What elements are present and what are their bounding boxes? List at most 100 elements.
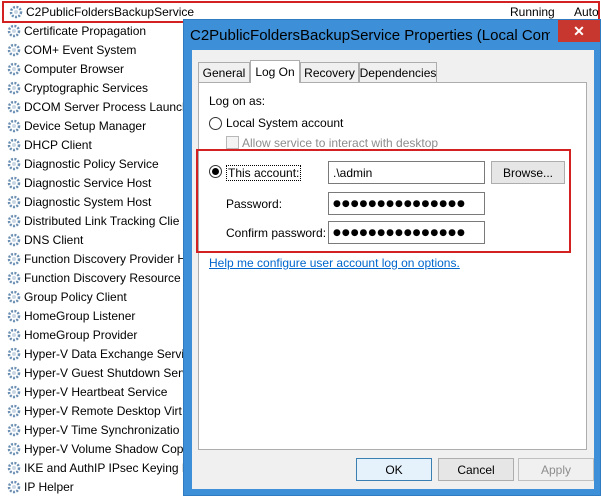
service-name: HomeGroup Provider — [24, 327, 138, 342]
service-row[interactable]: Hyper-V Heartbeat Service — [0, 382, 167, 401]
service-row[interactable]: HomeGroup Provider — [0, 325, 137, 344]
service-status: Running — [510, 5, 555, 19]
service-row[interactable]: Hyper-V Guest Shutdown Serv — [0, 363, 188, 382]
service-startup-type: Auto — [574, 5, 599, 19]
service-name: DHCP Client — [24, 137, 92, 152]
gear-icon — [7, 176, 21, 189]
service-name: Diagnostic Service Host — [24, 175, 152, 190]
service-row[interactable]: COM+ Event System — [0, 40, 136, 59]
tab-general[interactable]: General — [198, 62, 250, 82]
service-row[interactable]: Hyper-V Time Synchronizatio — [0, 420, 179, 439]
service-row[interactable]: Cryptographic Services — [0, 78, 148, 97]
service-name: IP Helper — [24, 479, 74, 494]
service-row[interactable]: IKE and AuthIP IPsec Keying M — [0, 458, 192, 477]
service-row[interactable]: Distributed Link Tracking Clie — [0, 211, 179, 230]
service-name: Hyper-V Remote Desktop Virt — [24, 403, 182, 418]
gear-icon — [7, 480, 21, 493]
service-name: Hyper-V Guest Shutdown Serv — [24, 365, 189, 380]
service-name: Hyper-V Time Synchronizatio — [24, 422, 180, 437]
gear-icon — [9, 5, 23, 19]
service-row[interactable]: Function Discovery Resource — [0, 268, 181, 287]
this-account-radio[interactable] — [209, 165, 222, 178]
service-row[interactable]: Group Policy Client — [0, 287, 127, 306]
gear-icon — [7, 347, 21, 360]
local-system-label: Local System account — [226, 116, 344, 130]
gear-icon — [7, 24, 21, 37]
service-name: Cryptographic Services — [24, 80, 149, 95]
service-name: HomeGroup Listener — [24, 308, 136, 323]
service-name: Function Discovery Provider H — [24, 251, 187, 266]
service-name: Certificate Propagation — [24, 23, 147, 38]
help-link[interactable]: Help me configure user account log on op… — [209, 256, 460, 270]
gear-icon — [7, 43, 21, 56]
service-row[interactable]: Device Setup Manager — [0, 116, 146, 135]
password-label: Password: — [226, 197, 283, 211]
apply-button[interactable]: Apply — [518, 458, 594, 481]
allow-interact-label: Allow service to interact with desktop — [242, 136, 439, 150]
service-name: DCOM Server Process Launch — [24, 99, 189, 114]
service-name: Diagnostic Policy Service — [24, 156, 159, 171]
service-row[interactable]: Hyper-V Volume Shadow Cop — [0, 439, 183, 458]
tab-recovery[interactable]: Recovery — [300, 62, 359, 82]
service-row[interactable]: Diagnostic System Host — [0, 192, 151, 211]
password-field[interactable]: ●●●●●●●●●●●●●●● — [328, 192, 485, 215]
browse-button[interactable]: Browse... — [491, 161, 565, 184]
gear-icon — [7, 119, 21, 132]
service-row[interactable]: DCOM Server Process Launch — [0, 97, 189, 116]
confirm-password-label: Confirm password: — [226, 226, 327, 240]
allow-interact-checkbox[interactable] — [226, 136, 239, 149]
gear-icon — [7, 385, 21, 398]
service-row[interactable]: DNS Client — [0, 230, 83, 249]
service-name: COM+ Event System — [24, 42, 137, 57]
service-name: C2PublicFoldersBackupService — [26, 5, 195, 19]
service-name: Hyper-V Volume Shadow Cop — [24, 441, 184, 456]
service-row[interactable]: DHCP Client — [0, 135, 92, 154]
gear-icon — [7, 100, 21, 113]
service-row[interactable]: Hyper-V Remote Desktop Virt — [0, 401, 182, 420]
gear-icon — [7, 157, 21, 170]
tab-dependencies[interactable]: Dependencies — [359, 62, 437, 82]
service-row[interactable]: Diagnostic Service Host — [0, 173, 151, 192]
gear-icon — [7, 328, 21, 341]
service-name: DNS Client — [24, 232, 84, 247]
gear-icon — [7, 138, 21, 151]
gear-icon — [7, 233, 21, 246]
gear-icon — [7, 404, 21, 417]
log-on-as-heading: Log on as: — [209, 94, 266, 108]
gear-icon — [7, 81, 21, 94]
service-name: Diagnostic System Host — [24, 194, 152, 209]
local-system-radio[interactable] — [209, 117, 222, 130]
service-name: Hyper-V Heartbeat Service — [24, 384, 168, 399]
gear-icon — [7, 214, 21, 227]
service-name: Hyper-V Data Exchange Service — [24, 346, 197, 361]
gear-icon — [7, 423, 21, 436]
service-row[interactable]: Function Discovery Provider H — [0, 249, 186, 268]
close-icon: ✕ — [573, 22, 585, 39]
service-name: Computer Browser — [24, 61, 125, 76]
service-row[interactable]: Diagnostic Policy Service — [0, 154, 159, 173]
gear-icon — [7, 290, 21, 303]
service-name: Function Discovery Resource — [24, 270, 181, 285]
this-account-label: This account: — [226, 165, 302, 181]
account-field[interactable]: .\admin — [328, 161, 485, 184]
service-row[interactable]: Hyper-V Data Exchange Service — [0, 344, 197, 363]
gear-icon — [7, 271, 21, 284]
close-button[interactable]: ✕ — [558, 20, 600, 42]
dialog-title: C2PublicFoldersBackupService Properties … — [190, 27, 550, 44]
service-row[interactable]: IP Helper — [0, 477, 74, 496]
cancel-button[interactable]: Cancel — [438, 458, 514, 481]
gear-icon — [7, 461, 21, 474]
service-name: Group Policy Client — [24, 289, 127, 304]
gear-icon — [7, 195, 21, 208]
tab-log-on[interactable]: Log On — [250, 60, 300, 83]
service-row[interactable]: Computer Browser — [0, 59, 124, 78]
confirm-password-field[interactable]: ●●●●●●●●●●●●●●● — [328, 221, 485, 244]
service-row[interactable]: HomeGroup Listener — [0, 306, 135, 325]
gear-icon — [7, 366, 21, 379]
ok-button[interactable]: OK — [356, 458, 432, 481]
service-name: Device Setup Manager — [24, 118, 147, 133]
service-row[interactable]: Certificate Propagation — [0, 21, 146, 40]
gear-icon — [7, 252, 21, 265]
gear-icon — [7, 309, 21, 322]
service-name: Distributed Link Tracking Clie — [24, 213, 180, 228]
